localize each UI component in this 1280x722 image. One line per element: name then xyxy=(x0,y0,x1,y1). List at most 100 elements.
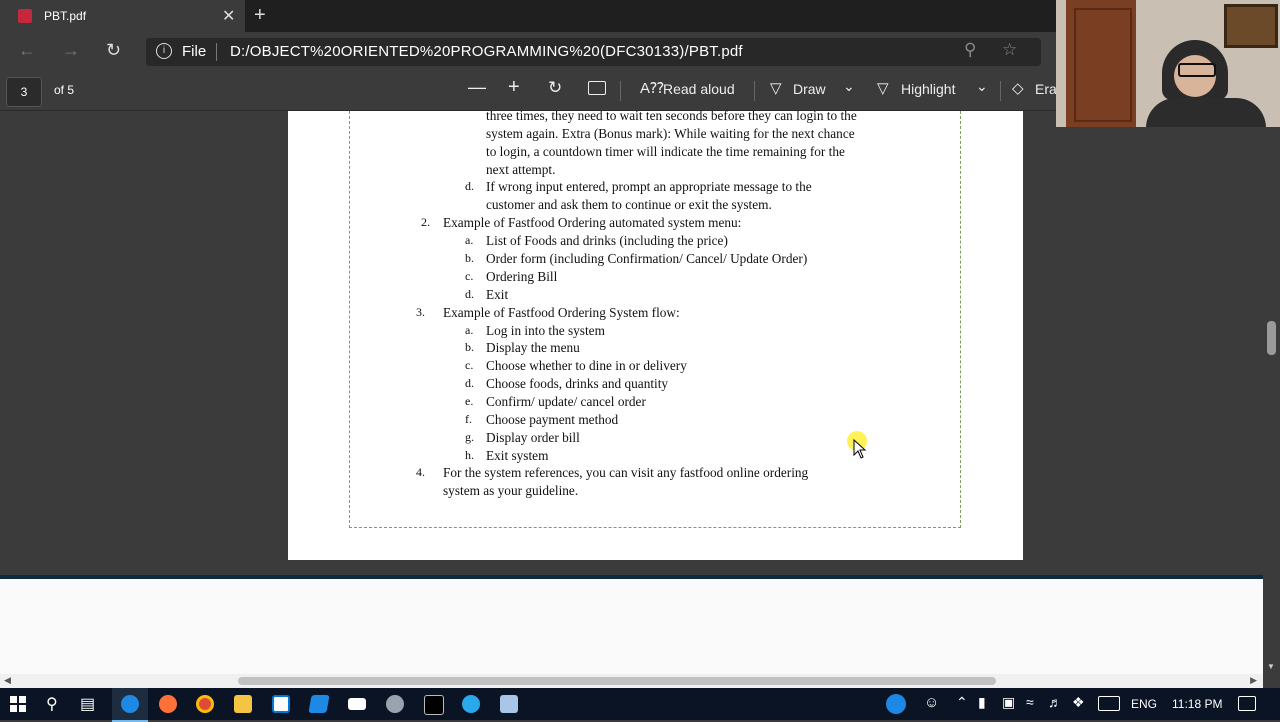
back-arrow-icon[interactable]: ← xyxy=(18,40,36,61)
chevron-down-icon[interactable]: ⌄ xyxy=(976,78,988,95)
document-line: next attempt. xyxy=(486,162,556,177)
wall-frame xyxy=(1224,4,1278,48)
tab-title: PBT.pdf xyxy=(44,9,87,23)
chrome-icon[interactable] xyxy=(196,695,214,713)
document-line: Log in into the system xyxy=(486,323,605,338)
edge-taskbar-slot[interactable] xyxy=(112,688,148,722)
app-icon[interactable] xyxy=(386,695,404,713)
scroll-down-icon[interactable]: ▼ xyxy=(1267,662,1275,671)
door-panel xyxy=(1074,8,1132,122)
list-marker: 4. xyxy=(416,465,425,479)
dropbox-icon[interactable]: ❖ xyxy=(1072,694,1085,711)
document-line: three times, they need to wait ten secon… xyxy=(486,111,857,123)
fit-page-icon[interactable] xyxy=(588,81,606,95)
list-marker: 3. xyxy=(416,305,425,319)
volume-icon[interactable]: ♬ xyxy=(1048,694,1062,710)
new-tab-button[interactable]: + xyxy=(254,4,266,27)
list-marker: e. xyxy=(465,394,474,408)
file-explorer-icon[interactable] xyxy=(234,695,252,713)
pdf-icon xyxy=(18,9,32,23)
firefox-icon[interactable] xyxy=(159,695,177,713)
wifi-icon[interactable]: ≈ xyxy=(1026,694,1034,710)
document-line: Choose payment method xyxy=(486,412,619,427)
document-line: to login, a countdown timer will indicat… xyxy=(486,144,845,159)
eraser-icon[interactable]: ◇ xyxy=(1012,79,1024,97)
webcam-overlay xyxy=(1056,0,1280,127)
help-icon[interactable] xyxy=(886,694,906,714)
list-marker: c. xyxy=(465,269,474,283)
rotate-icon[interactable]: ↻ xyxy=(548,78,562,98)
list-marker: a. xyxy=(465,323,474,337)
highlight-icon[interactable]: ▽ xyxy=(877,79,889,97)
draw-icon[interactable]: ▽ xyxy=(770,79,782,97)
vs-code-icon[interactable] xyxy=(308,695,330,713)
clock[interactable]: 11:18 PM xyxy=(1172,697,1222,711)
next-page-area xyxy=(0,575,1263,675)
document-line: system again. Extra (Bonus mark): While … xyxy=(486,126,855,141)
zoom-in-icon[interactable]: + xyxy=(508,76,520,99)
scrollbar-thumb[interactable] xyxy=(1267,321,1276,355)
read-aloud-button[interactable]: Read aloud xyxy=(663,81,735,97)
monitor-icon[interactable]: ▣ xyxy=(1002,694,1015,711)
document-line: Choose whether to dine in or delivery xyxy=(486,358,687,373)
zoom-out-icon[interactable]: — xyxy=(468,77,486,98)
mail-icon[interactable] xyxy=(348,698,366,710)
zoom-icon[interactable]: ⚲ xyxy=(964,40,976,60)
list-marker: d. xyxy=(465,376,474,390)
document-line: Exit xyxy=(486,287,509,302)
list-marker: c. xyxy=(465,358,474,372)
terminal-icon[interactable] xyxy=(424,695,444,715)
document-line: Order form (including Confirmation/ Canc… xyxy=(486,251,808,266)
page-number-input[interactable]: 3 xyxy=(6,77,42,107)
list-marker: b. xyxy=(465,340,474,354)
info-icon[interactable]: i xyxy=(156,43,172,59)
draw-button[interactable]: Draw xyxy=(793,81,826,97)
chevron-down-icon[interactable]: ⌄ xyxy=(843,78,855,95)
document-line: Ordering Bill xyxy=(486,269,558,284)
search-icon[interactable]: ⚲ xyxy=(46,694,58,714)
toolbar-divider xyxy=(1000,81,1001,101)
document-line: If wrong input entered, prompt an approp… xyxy=(486,179,812,194)
pdf-viewer[interactable]: three times, they need to wait ten secon… xyxy=(0,111,1263,575)
chevron-up-icon[interactable]: ⌃ xyxy=(956,694,968,711)
document-line: Example of Fastfood Ordering automated s… xyxy=(443,215,742,230)
app-icon[interactable] xyxy=(500,695,518,713)
divider xyxy=(216,43,217,61)
page-separator xyxy=(0,575,1263,579)
telegram-icon[interactable] xyxy=(462,695,480,713)
document-line: List of Foods and drinks (including the … xyxy=(486,233,728,248)
horizontal-scrollbar[interactable]: ◀ ▶ xyxy=(0,674,1263,688)
tab-pbt-pdf[interactable]: PBT.pdf ✕ xyxy=(0,0,245,32)
task-view-icon[interactable]: ▤ xyxy=(80,694,95,714)
windows-start-icon[interactable] xyxy=(10,696,26,712)
list-marker: g. xyxy=(465,430,474,444)
scroll-right-icon[interactable]: ▶ xyxy=(1250,675,1257,686)
people-icon[interactable]: ☺ xyxy=(924,694,939,711)
edge-icon xyxy=(121,695,139,713)
close-tab-icon[interactable]: ✕ xyxy=(222,6,235,26)
document-line: For the system references, you can visit… xyxy=(443,465,809,480)
battery-icon[interactable]: ▮ xyxy=(978,694,986,711)
page-total: of 5 xyxy=(54,83,75,97)
language-indicator[interactable]: ENG xyxy=(1131,697,1157,711)
vertical-scrollbar[interactable]: ▼ xyxy=(1263,111,1280,675)
notifications-icon[interactable] xyxy=(1238,696,1256,711)
list-marker: 2. xyxy=(421,215,430,229)
address-field[interactable]: i File D:/OBJECT%20ORIENTED%20PROGRAMMIN… xyxy=(146,38,1041,66)
mouse-cursor-icon xyxy=(853,439,867,459)
keyboard-icon[interactable] xyxy=(1098,696,1120,711)
list-marker: b. xyxy=(465,251,474,265)
scrollbar-thumb[interactable] xyxy=(238,677,996,685)
document-line: customer and ask them to continue or exi… xyxy=(486,197,772,212)
store-icon[interactable] xyxy=(272,695,290,713)
scroll-left-icon[interactable]: ◀ xyxy=(4,675,11,686)
favorite-star-icon[interactable]: ☆ xyxy=(1002,40,1017,60)
highlight-button[interactable]: Highlight xyxy=(901,81,955,97)
document-line: Display the menu xyxy=(486,340,580,355)
read-aloud-icon[interactable]: A⁇ xyxy=(640,79,664,97)
forward-arrow-icon[interactable]: → xyxy=(62,40,80,61)
url-text[interactable]: D:/OBJECT%20ORIENTED%20PROGRAMMING%20(DF… xyxy=(230,43,743,60)
refresh-icon[interactable]: ↻ xyxy=(106,40,121,61)
glasses xyxy=(1178,63,1216,77)
pdf-page: three times, they need to wait ten secon… xyxy=(288,111,1023,560)
